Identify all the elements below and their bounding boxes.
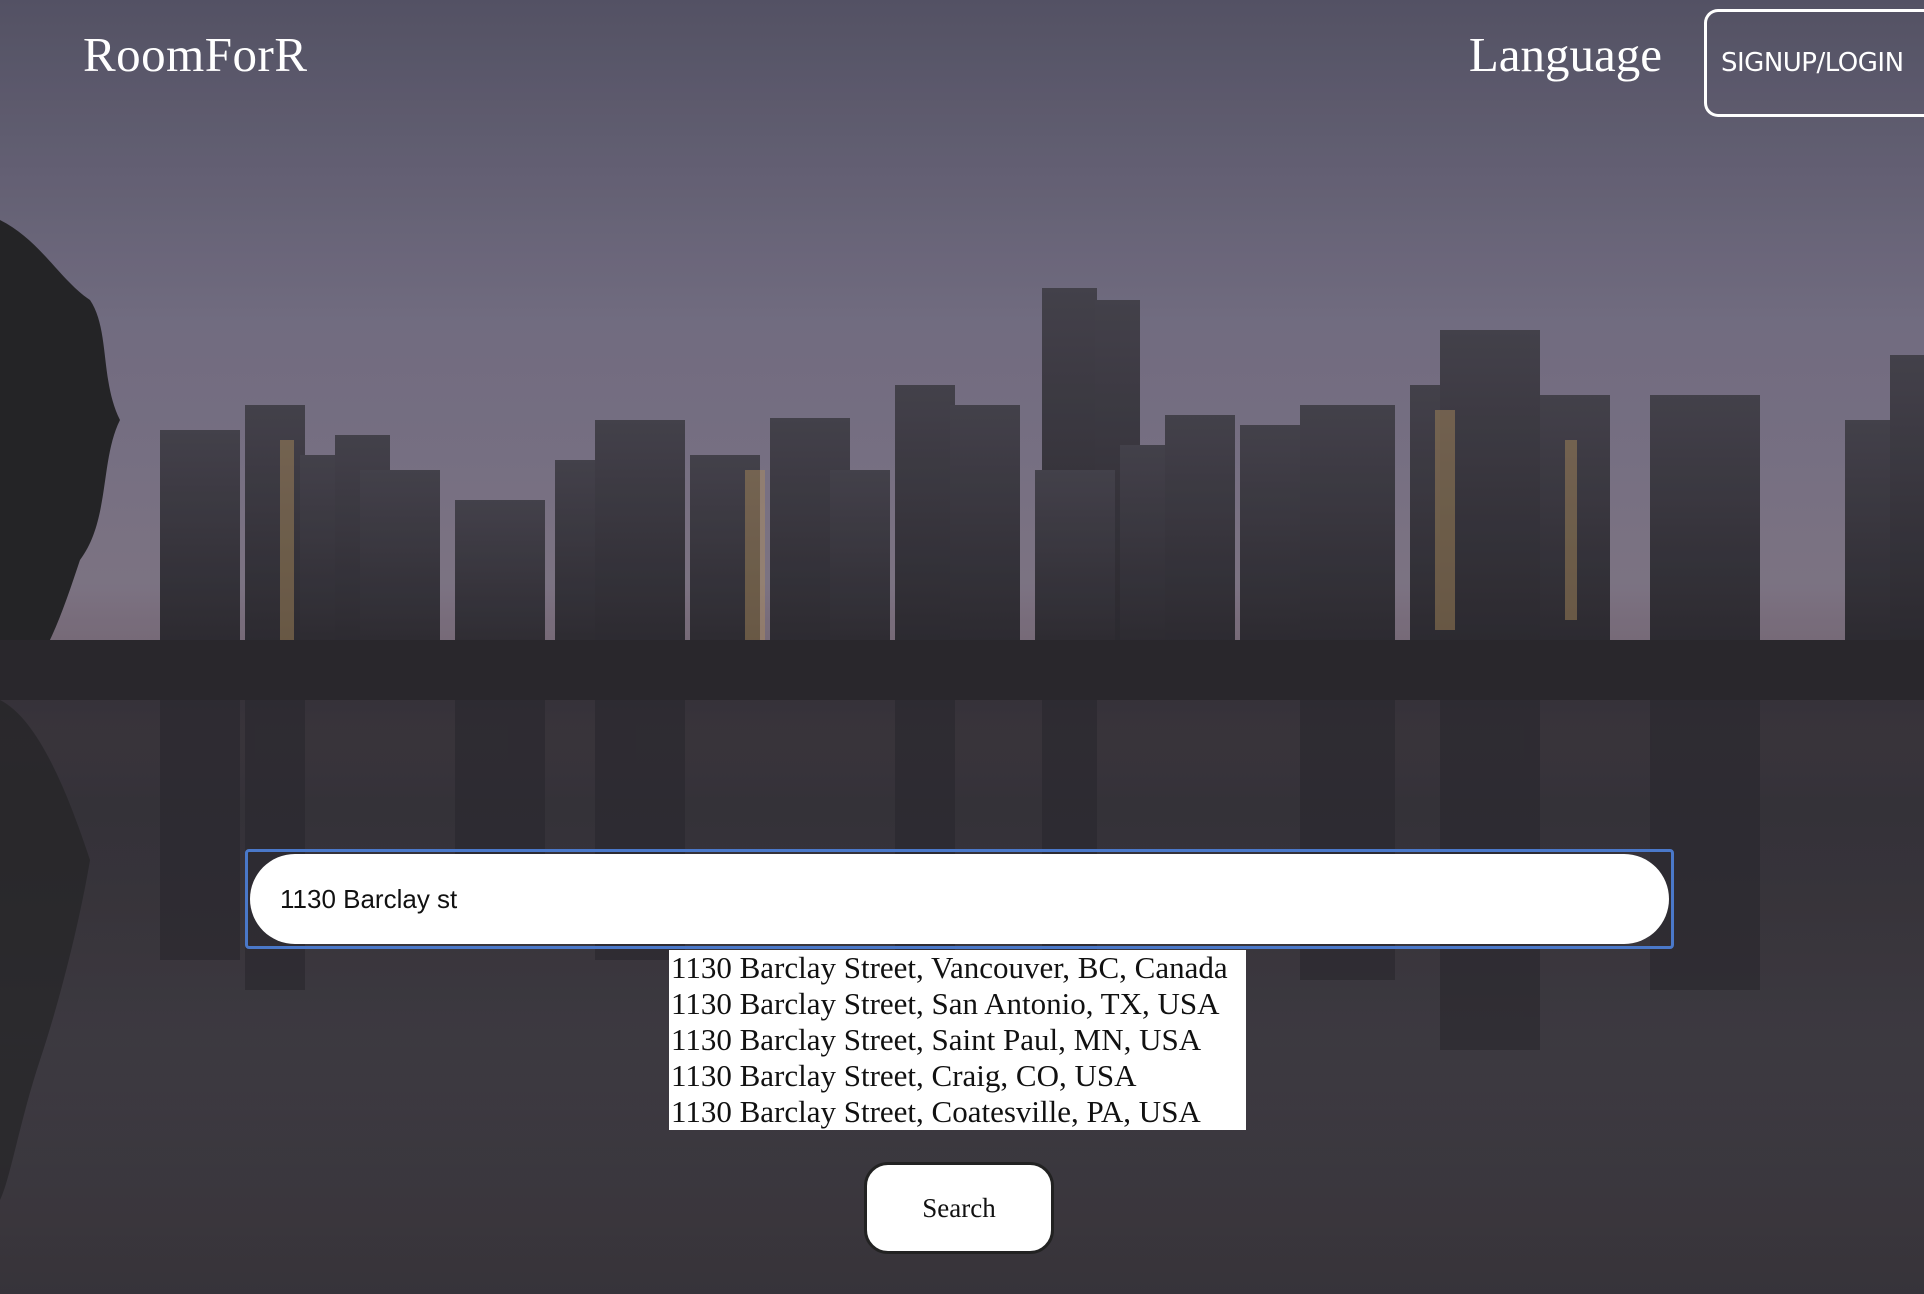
language-selector[interactable]: Language (1469, 26, 1662, 83)
brand-logo[interactable]: RoomForR (83, 26, 308, 83)
suggestion-item[interactable]: 1130 Barclay Street, Vancouver, BC, Cana… (669, 950, 1246, 986)
suggestion-item[interactable]: 1130 Barclay Street, Saint Paul, MN, USA (669, 1022, 1246, 1058)
search-field-container (245, 849, 1674, 949)
signup-login-button[interactable]: SIGNUP/LOGIN (1704, 9, 1924, 117)
suggestion-item[interactable]: 1130 Barclay Street, San Antonio, TX, US… (669, 986, 1246, 1022)
suggestion-item[interactable]: 1130 Barclay Street, Coatesville, PA, US… (669, 1094, 1246, 1130)
search-input[interactable] (250, 854, 1669, 944)
autocomplete-suggestions: 1130 Barclay Street, Vancouver, BC, Cana… (669, 950, 1246, 1130)
search-button[interactable]: Search (864, 1162, 1054, 1254)
suggestion-item[interactable]: 1130 Barclay Street, Craig, CO, USA (669, 1058, 1246, 1094)
